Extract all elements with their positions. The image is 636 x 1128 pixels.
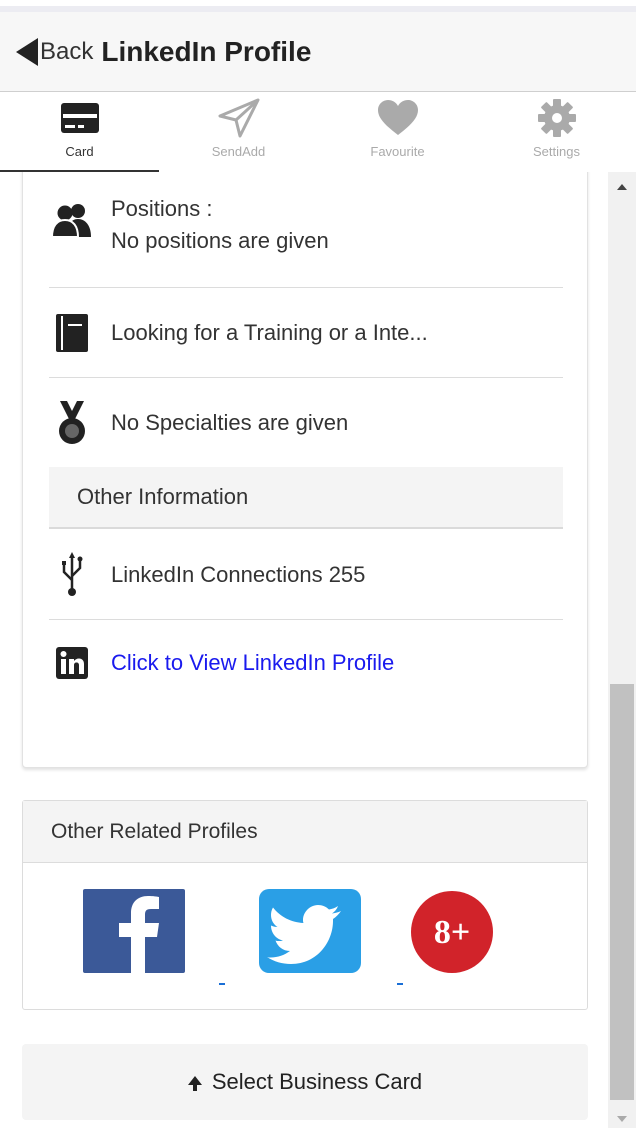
tab-favourite[interactable]: Favourite: [318, 92, 477, 172]
back-arrow-icon: [16, 37, 38, 66]
back-button[interactable]: Back: [16, 37, 94, 66]
back-label: Back: [40, 37, 94, 65]
app-header: Back LinkedIn Profile: [0, 12, 636, 92]
google-plus-icon[interactable]: 8+: [411, 891, 493, 973]
page-title: LinkedIn Profile: [101, 35, 312, 67]
heart-icon: [377, 98, 419, 138]
positions-text: Positions : No positions are given: [111, 193, 329, 257]
tab-sendadd-label: SendAdd: [211, 144, 266, 159]
related-profiles-heading: Other Related Profiles: [23, 801, 587, 863]
specialties-row: No Specialties are given: [49, 393, 563, 453]
tab-card-label: Card: [65, 144, 94, 159]
book-icon: [49, 314, 95, 352]
facebook-icon[interactable]: [83, 889, 185, 973]
divider: [49, 287, 563, 288]
looking-for-text: Looking for a Training or a Inte...: [111, 320, 428, 345]
gear-icon: [537, 98, 577, 138]
linkedin-icon: [49, 647, 95, 679]
arrow-up-icon: [187, 1075, 202, 1091]
specialties-text: No Specialties are given: [111, 410, 349, 435]
users-icon: [49, 193, 95, 237]
divider: [49, 619, 563, 620]
select-business-card-button[interactable]: Select Business Card: [22, 1044, 588, 1120]
tab-settings[interactable]: Settings: [477, 92, 636, 172]
twitter-link-underline: [397, 983, 403, 985]
google-plus-glyph: 8+: [434, 914, 470, 951]
send-icon: [218, 98, 260, 138]
scroll-content: Positions : No positions are given Looki…: [0, 172, 608, 1128]
related-profiles-panel: Other Related Profiles 8+: [22, 800, 588, 1010]
positions-value: No positions are given: [111, 228, 329, 253]
connections-text: LinkedIn Connections 255: [111, 562, 366, 587]
tab-settings-label: Settings: [533, 144, 580, 159]
twitter-icon[interactable]: [259, 889, 361, 973]
divider: [49, 377, 563, 378]
looking-for-row[interactable]: Looking for a Training or a Inte...: [49, 303, 563, 363]
profile-card: Positions : No positions are given Looki…: [22, 172, 588, 768]
facebook-link-underline: [219, 983, 225, 985]
tab-favourite-label: Favourite: [370, 144, 425, 159]
view-linkedin-profile-link[interactable]: Click to View LinkedIn Profile: [111, 647, 394, 679]
tab-sendadd[interactable]: SendAdd: [159, 92, 318, 172]
view-profile-row[interactable]: Click to View LinkedIn Profile: [49, 633, 563, 693]
select-business-card-label: Select Business Card: [211, 1069, 423, 1094]
scroll-thumb[interactable]: [610, 684, 634, 1100]
connections-row: LinkedIn Connections 255: [49, 545, 563, 605]
scroll-up-arrow-icon[interactable]: [617, 184, 627, 190]
medal-icon: [49, 401, 95, 445]
top-strip: [0, 0, 636, 12]
tab-card[interactable]: Card: [0, 92, 159, 172]
scroll-down-arrow-icon[interactable]: [617, 1116, 627, 1122]
tab-bar: Card SendAdd Favourite Settings: [0, 92, 636, 172]
card-icon: [60, 98, 100, 138]
usb-icon: [49, 552, 95, 598]
positions-row: Positions : No positions are given: [49, 193, 563, 273]
vertical-scrollbar[interactable]: [608, 172, 636, 1128]
other-info-heading: Other Information: [49, 467, 563, 529]
positions-label: Positions :: [111, 196, 213, 221]
